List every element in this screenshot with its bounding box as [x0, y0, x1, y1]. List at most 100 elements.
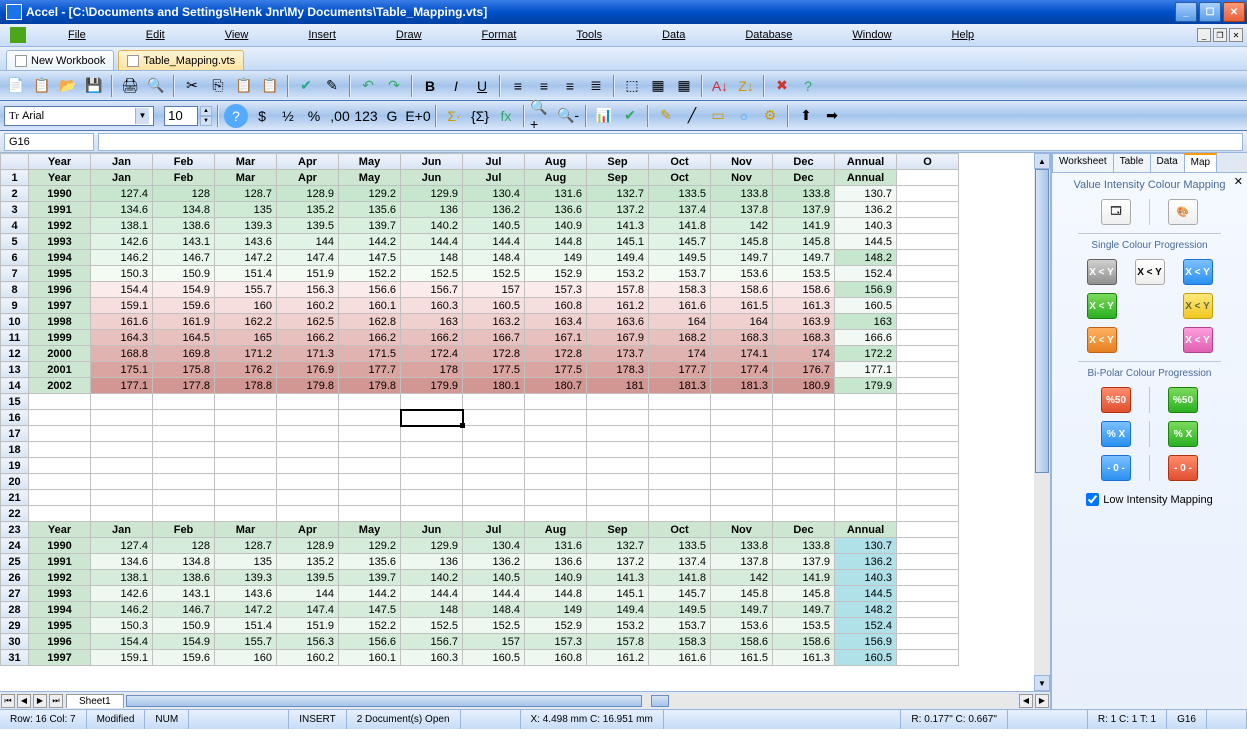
cell[interactable]: 150.3: [91, 618, 153, 634]
cell[interactable]: 137.8: [711, 202, 773, 218]
align-left-icon[interactable]: ≡: [506, 74, 530, 98]
cell[interactable]: 177.8: [153, 378, 215, 394]
bold-icon[interactable]: B: [418, 74, 442, 98]
gear-icon[interactable]: ⚙: [758, 104, 782, 128]
cell[interactable]: 1991: [29, 554, 91, 570]
cell[interactable]: 160.1: [339, 298, 401, 314]
cell[interactable]: 164: [711, 314, 773, 330]
cell[interactable]: 127.4: [91, 186, 153, 202]
cell[interactable]: 1999: [29, 330, 91, 346]
cell[interactable]: 160: [215, 298, 277, 314]
cell[interactable]: [649, 506, 711, 522]
cell[interactable]: 142.6: [91, 234, 153, 250]
cell[interactable]: 139.5: [277, 218, 339, 234]
col-header[interactable]: Year: [29, 154, 91, 170]
cell[interactable]: 140.9: [525, 218, 587, 234]
font-name-combo[interactable]: Tr Arial ▼: [4, 106, 154, 126]
cell[interactable]: 168.2: [649, 330, 711, 346]
paste-special-icon[interactable]: 📋: [258, 74, 282, 98]
sum2-icon[interactable]: {Σ}: [468, 104, 492, 128]
cell[interactable]: 153.6: [711, 266, 773, 282]
row-header[interactable]: 25: [1, 554, 29, 570]
window-icon[interactable]: 🗔: [1101, 199, 1131, 225]
cell[interactable]: 177.7: [649, 362, 711, 378]
cell[interactable]: 140.3: [835, 218, 897, 234]
cell[interactable]: 140.2: [401, 570, 463, 586]
cell[interactable]: 172.8: [525, 346, 587, 362]
cell[interactable]: 144.5: [835, 586, 897, 602]
single-yellow-button[interactable]: X < Y: [1183, 293, 1213, 319]
cell[interactable]: 145.8: [773, 586, 835, 602]
cell[interactable]: 145.8: [711, 234, 773, 250]
row-header[interactable]: 2: [1, 186, 29, 202]
cell[interactable]: 146.7: [153, 602, 215, 618]
single-blue-button[interactable]: X < Y: [1183, 259, 1213, 285]
cell[interactable]: 1996: [29, 282, 91, 298]
row-header[interactable]: 1: [1, 170, 29, 186]
cell[interactable]: [897, 634, 959, 650]
select-all-corner[interactable]: [1, 154, 29, 170]
cell[interactable]: Nov: [711, 522, 773, 538]
cell[interactable]: 177.5: [463, 362, 525, 378]
cell[interactable]: May: [339, 522, 401, 538]
cell[interactable]: 1992: [29, 218, 91, 234]
mdi-minimize[interactable]: _: [1197, 28, 1211, 42]
cell[interactable]: 153.2: [587, 618, 649, 634]
cell[interactable]: [339, 474, 401, 490]
delete-icon[interactable]: ✖: [770, 74, 794, 98]
cell[interactable]: 141.8: [649, 570, 711, 586]
cell[interactable]: 1990: [29, 186, 91, 202]
col-header[interactable]: Feb: [153, 154, 215, 170]
cell[interactable]: [153, 426, 215, 442]
copy2-icon[interactable]: ⎘: [206, 74, 230, 98]
row-header[interactable]: 29: [1, 618, 29, 634]
cell[interactable]: [339, 410, 401, 426]
cell[interactable]: 2000: [29, 346, 91, 362]
cell[interactable]: 176.2: [215, 362, 277, 378]
cell[interactable]: 167.1: [525, 330, 587, 346]
cell[interactable]: 136.2: [835, 554, 897, 570]
cell[interactable]: Apr: [277, 522, 339, 538]
cell[interactable]: [401, 410, 463, 426]
cell[interactable]: 1990: [29, 538, 91, 554]
cell[interactable]: 132.7: [587, 186, 649, 202]
cell[interactable]: Jul: [463, 522, 525, 538]
cell[interactable]: 161.9: [153, 314, 215, 330]
sort-asc-icon[interactable]: A↓: [708, 74, 732, 98]
cell[interactable]: 159.6: [153, 650, 215, 666]
cell[interactable]: 2002: [29, 378, 91, 394]
formula-input[interactable]: [98, 133, 1243, 151]
col-header[interactable]: Apr: [277, 154, 339, 170]
cell[interactable]: 132.7: [587, 538, 649, 554]
paste-icon[interactable]: 📋: [232, 74, 256, 98]
col-header[interactable]: O: [897, 154, 959, 170]
cell[interactable]: [649, 410, 711, 426]
cell[interactable]: 158.3: [649, 282, 711, 298]
cell[interactable]: [897, 394, 959, 410]
cell[interactable]: 1997: [29, 298, 91, 314]
cell[interactable]: 144: [277, 234, 339, 250]
cell[interactable]: 144.8: [525, 586, 587, 602]
cell[interactable]: 145.1: [587, 234, 649, 250]
cell[interactable]: 180.7: [525, 378, 587, 394]
cell[interactable]: [897, 426, 959, 442]
cell[interactable]: [711, 474, 773, 490]
cell[interactable]: 156.7: [401, 634, 463, 650]
cell[interactable]: [773, 490, 835, 506]
cell[interactable]: [649, 474, 711, 490]
cell[interactable]: [897, 346, 959, 362]
cell[interactable]: 174: [649, 346, 711, 362]
row-header[interactable]: 11: [1, 330, 29, 346]
cell[interactable]: 128.7: [215, 538, 277, 554]
cell[interactable]: [339, 506, 401, 522]
help-icon[interactable]: ?: [796, 74, 820, 98]
cell[interactable]: 160.5: [835, 298, 897, 314]
row-header[interactable]: 31: [1, 650, 29, 666]
import-icon[interactable]: ➡: [820, 104, 844, 128]
cell[interactable]: 153.5: [773, 266, 835, 282]
col-header[interactable]: Mar: [215, 154, 277, 170]
cell[interactable]: 149.5: [649, 250, 711, 266]
row-header[interactable]: 20: [1, 474, 29, 490]
cell[interactable]: [277, 490, 339, 506]
cell[interactable]: 151.9: [277, 266, 339, 282]
